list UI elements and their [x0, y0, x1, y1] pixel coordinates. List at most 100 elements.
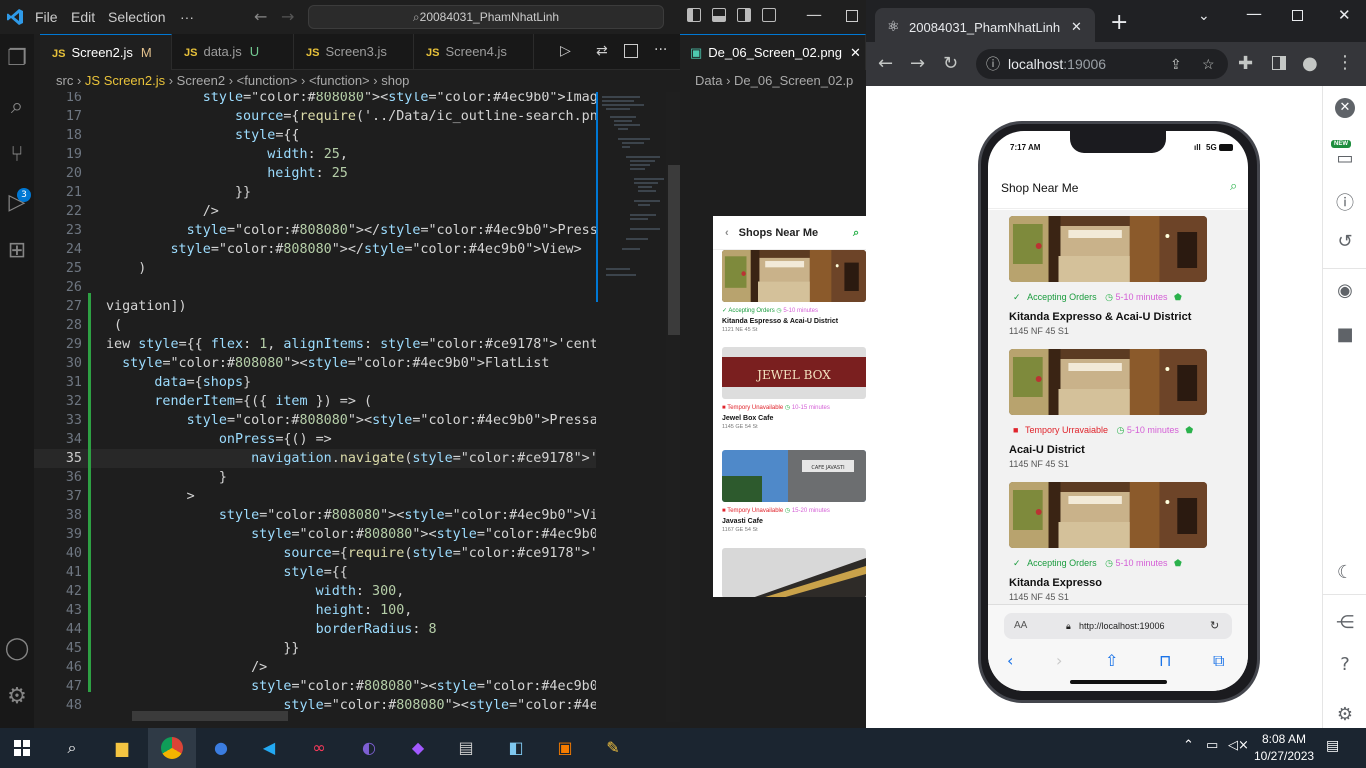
toggle-sidebar-icon[interactable] — [687, 8, 701, 22]
code-line[interactable]: 45 }} — [34, 635, 596, 658]
code-line[interactable]: 47 style="color:#808080"><style="color:#… — [34, 673, 596, 696]
new-tab-plus-icon[interactable]: + — [1110, 10, 1128, 35]
menu-more[interactable]: ··· — [180, 9, 194, 25]
chrome-icon[interactable] — [158, 734, 186, 762]
windows-start-icon[interactable] — [14, 740, 30, 756]
code-line[interactable]: 42 width: 300, — [34, 578, 596, 601]
terminal-icon[interactable]: ▤ — [452, 734, 480, 762]
taskbar-clock[interactable]: 8:08 AM 10/27/2023 — [1254, 731, 1314, 765]
code-line[interactable]: 18 style={{ — [34, 126, 596, 145]
share-icon[interactable]: ⋲ — [1335, 612, 1355, 633]
code-line[interactable]: 32 renderItem={({ item }) => ( — [34, 388, 596, 411]
search-icon[interactable]: ⌕ — [1230, 179, 1237, 194]
minimize-icon[interactable]: — — [806, 5, 822, 24]
code-line[interactable]: 37 > — [34, 483, 596, 506]
paint-icon[interactable]: ✎ — [599, 734, 627, 762]
code-line[interactable]: 26 — [34, 278, 596, 297]
code-line[interactable]: 44 borderRadius: 8 — [34, 616, 596, 639]
code-line[interactable]: 43 height: 100, — [34, 597, 596, 620]
code-line[interactable]: 21 }} — [34, 183, 596, 202]
close-icon[interactable]: ✕ — [1335, 98, 1355, 118]
shop-card[interactable]: ■ Tempory Urravaiable ◷ 5-10 minutes ⬟ Ac… — [1009, 349, 1209, 469]
code-line[interactable]: 35 navigation.navigate(style="color:#ce9… — [34, 445, 596, 468]
rotate-icon[interactable]: ↺ — [1335, 231, 1355, 252]
tabs-icon[interactable]: ⧉ — [1213, 651, 1224, 671]
close-window-icon[interactable]: ✕ — [1338, 6, 1351, 24]
tab-screen2[interactable]: JS Screen2.js M — [40, 34, 172, 70]
code-line[interactable]: 20 height: 25 — [34, 164, 596, 183]
compare-icon[interactable]: ⇄ — [596, 43, 608, 59]
help-icon[interactable]: ? — [1335, 654, 1355, 675]
maximize-icon[interactable] — [1292, 10, 1303, 21]
code-line[interactable]: 24 style="color:#808080"></style="color:… — [34, 240, 596, 259]
code-line[interactable]: 33 style="color:#808080"><style="color:#… — [34, 407, 596, 430]
forward-arrow-icon[interactable]: → — [281, 7, 294, 26]
menu-edit[interactable]: Edit — [71, 9, 95, 25]
minimize-icon[interactable]: — — [1246, 4, 1262, 23]
settings-gear-icon[interactable]: ⚙ — [1335, 704, 1355, 725]
search-icon[interactable]: ⌕ — [58, 734, 86, 762]
reload-icon[interactable]: ↻ — [943, 53, 958, 74]
chrome-menu-icon[interactable]: ⋮ — [1336, 52, 1354, 73]
pdf-app-icon[interactable]: ▣ — [551, 734, 579, 762]
code-line[interactable]: 40 source={require(style="color:#ce9178"… — [34, 540, 596, 563]
customize-layout-icon[interactable] — [762, 8, 776, 22]
vscode-taskbar-icon[interactable]: ◀ — [255, 734, 283, 762]
source-control-icon[interactable]: ⑂ — [4, 142, 30, 168]
app-w-icon[interactable]: ● — [207, 734, 235, 762]
dark-mode-moon-icon[interactable]: ☾ — [1335, 562, 1355, 583]
split-editor-icon[interactable] — [624, 44, 638, 58]
settings-gear-icon[interactable]: ⚙ — [4, 684, 30, 710]
code-line[interactable]: 29 iew style={{ flex: 1, alignItems: styl… — [34, 331, 596, 354]
back-arrow-icon[interactable]: ← — [254, 7, 267, 26]
code-line[interactable]: 16 style="color:#808080"><style="color:#… — [34, 92, 596, 107]
account-icon[interactable]: ◯ — [4, 636, 30, 662]
bookmarks-icon[interactable]: ⊓ — [1159, 651, 1171, 670]
code-line[interactable]: 17 source={require('../Data/ic_outline-s… — [34, 107, 596, 126]
code-line[interactable]: 22 /> — [34, 202, 596, 221]
run-icon[interactable]: ▷ — [560, 43, 571, 59]
code-line[interactable]: 34 onPress={() => — [34, 426, 596, 449]
breadcrumb-item[interactable]: JS Screen2.js — [85, 73, 165, 88]
breadcrumb-item[interactable]: De_06_Screen_02.p — [734, 73, 853, 88]
camera-icon[interactable]: ◉ — [1335, 280, 1355, 301]
extensions-icon[interactable]: ⊞ — [4, 238, 30, 264]
code-line[interactable]: 23 style="color:#808080"></style="color:… — [34, 221, 596, 240]
toggle-secondary-sidebar-icon[interactable] — [737, 8, 751, 22]
code-line[interactable]: 48 style="color:#808080"><style="color:#… — [34, 696, 596, 715]
app-stack-icon[interactable]: ◧ — [502, 734, 530, 762]
search-icon[interactable]: ⌕ — [4, 94, 30, 120]
forward-arrow-icon[interactable]: → — [910, 53, 925, 74]
code-line[interactable]: 25 ) — [34, 259, 596, 278]
back-arrow-icon[interactable]: ← — [878, 53, 893, 74]
code-line[interactable]: 27 vigation]) — [34, 293, 596, 316]
code-line[interactable]: 39 style="color:#808080"><style="color:#… — [34, 521, 596, 544]
network-icon[interactable]: ▭ — [1206, 738, 1218, 753]
forward-chevron-icon[interactable]: › — [1056, 651, 1062, 670]
text-size-button[interactable]: AA — [1014, 613, 1027, 639]
close-icon[interactable]: ✕ — [850, 45, 861, 60]
tab-data[interactable]: JS data.js U — [172, 34, 294, 70]
info-icon[interactable]: ⓘ — [1335, 189, 1355, 214]
tab-screen4[interactable]: JS Screen4.js — [414, 34, 534, 70]
shop-list[interactable]: ✓ Accepting Orders ◷ 5-10 minutes ⬟ Kitan… — [988, 210, 1248, 604]
breadcrumb-item[interactable]: <function> — [237, 73, 298, 88]
shop-card[interactable]: ✓ Accepting Orders ◷ 5-10 minutes ⬟ Kitan… — [1009, 216, 1209, 336]
extensions-puzzle-icon[interactable]: ✚ — [1238, 53, 1253, 74]
code-line[interactable]: 31 data={shops} — [34, 369, 596, 392]
reload-icon[interactable]: ↻ — [1210, 613, 1219, 639]
tray-chevron-icon[interactable]: ⌃ — [1183, 738, 1194, 753]
breadcrumb-item[interactable]: Data — [695, 73, 722, 88]
editor-scrollbar-thumb[interactable] — [668, 165, 680, 335]
share-icon[interactable]: ⇪ — [1170, 49, 1182, 79]
visual-studio-icon[interactable]: ◆ — [404, 734, 432, 762]
tab-screen3[interactable]: JS Screen3.js — [294, 34, 414, 70]
code-line[interactable]: 46 /> — [34, 654, 596, 677]
toggle-panel-icon[interactable] — [712, 8, 726, 22]
more-actions-icon[interactable]: ··· — [654, 42, 667, 58]
tab-search-chevron-icon[interactable]: ⌄ — [1198, 8, 1210, 24]
safari-address-bar[interactable]: AA 🔒︎ http://localhost:19006 ↻ — [1004, 613, 1232, 639]
explorer-icon[interactable]: ❐ — [4, 46, 30, 72]
code-line[interactable]: 19 width: 25, — [34, 145, 596, 164]
horizontal-scrollbar[interactable] — [132, 711, 288, 721]
